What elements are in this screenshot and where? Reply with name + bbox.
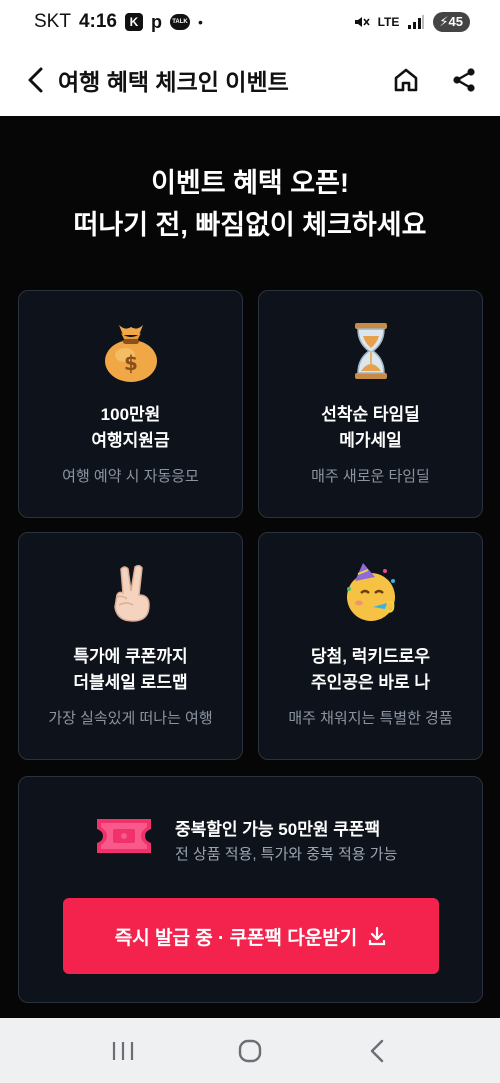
benefit-card-timedeal[interactable]: 선착순 타임딜 메가세일 매주 새로운 타임딜 [258, 290, 483, 518]
card-title-line-1: 선착순 타임딜 [321, 405, 420, 424]
back-icon [28, 67, 43, 93]
p-notification-icon: p [150, 11, 162, 32]
home-system-button[interactable] [230, 1031, 270, 1071]
mute-icon [354, 17, 370, 27]
card-title-line-2: 더블세일 로드맵 [73, 673, 188, 692]
battery-level: 45 [448, 14, 463, 29]
benefit-card-travel-fund[interactable]: $ 100만원 여행지원금 여행 예약 시 자동응모 [18, 290, 243, 518]
card-title-line-2: 여행지원금 [91, 431, 170, 450]
event-content: 이벤트 혜택 오픈! 떠나기 전, 빠짐없이 체크하세요 $ 100만원 여행지… [0, 116, 500, 1018]
back-button-icon [370, 1039, 383, 1062]
card-title-line-2: 메가세일 [339, 431, 402, 450]
event-headline: 이벤트 혜택 오픈! 떠나기 전, 빠짐없이 체크하세요 [0, 162, 500, 246]
home-button[interactable] [390, 64, 422, 96]
download-icon [369, 926, 386, 946]
back-button[interactable] [20, 60, 50, 100]
card-subtitle: 가장 실속있게 떠나는 여행 [48, 710, 213, 727]
coupon-title: 중복할인 가능 50만원 쿠폰팩 [175, 820, 381, 839]
network-type: LTE [377, 15, 400, 29]
download-coupon-button[interactable]: 즉시 발급 중 · 쿠폰팩 다운받기 [63, 898, 439, 974]
coupon-subtitle: 전 상품 적용, 특가와 중복 적용 가능 [175, 846, 398, 863]
status-bar: SKT 4:16 K p TALK • LTE ⚡45 [0, 0, 500, 44]
hourglass-icon [354, 323, 387, 379]
share-icon [453, 68, 475, 92]
system-nav-bar [0, 1018, 500, 1083]
ticket-icon [97, 819, 151, 853]
headline-line-1: 이벤트 혜택 오픈! [151, 168, 349, 198]
money-bag-icon: $ [104, 325, 157, 382]
carrier-label: SKT [34, 11, 71, 32]
share-button[interactable] [448, 64, 480, 96]
victory-hand-icon [113, 564, 150, 622]
battery-indicator: ⚡45 [433, 12, 470, 32]
card-subtitle: 매주 채워지는 특별한 경품 [288, 710, 453, 727]
home-icon [394, 68, 418, 92]
kakaot-notification-icon: K [124, 13, 143, 31]
download-coupon-label: 즉시 발급 중 · 쿠폰팩 다운받기 [114, 927, 358, 949]
benefit-card-double-sale[interactable]: 특가에 쿠폰까지 더블세일 로드맵 가장 실속있게 떠나는 여행 [18, 532, 243, 760]
svg-text:$: $ [124, 351, 138, 375]
signal-icon [408, 15, 425, 29]
coupon-pack-card: 중복할인 가능 50만원 쿠폰팩 전 상품 적용, 특가와 중복 적용 가능 즉… [18, 776, 483, 1003]
more-notifications-dot: • [197, 14, 203, 30]
back-system-button[interactable] [357, 1031, 397, 1071]
headline-line-2: 떠나기 전, 빠짐없이 체크하세요 [73, 210, 427, 240]
page-title: 여행 혜택 체크인 이벤트 [58, 69, 289, 95]
talk-notification-icon: TALK [169, 14, 190, 30]
card-subtitle: 여행 예약 시 자동응모 [62, 468, 199, 485]
home-button-icon [238, 1039, 262, 1062]
card-subtitle: 매주 새로운 타임딜 [311, 468, 430, 485]
clock: 4:16 [78, 11, 117, 32]
card-title-line-1: 특가에 쿠폰까지 [73, 647, 188, 666]
party-face-icon [346, 563, 395, 621]
recent-apps-icon [113, 1041, 134, 1060]
card-title-line-1: 100만원 [100, 405, 161, 424]
recent-apps-button[interactable] [103, 1031, 143, 1071]
benefit-card-lucky-draw[interactable]: 당첨, 럭키드로우 주인공은 바로 나 매주 채워지는 특별한 경품 [258, 532, 483, 760]
app-bar: 여행 혜택 체크인 이벤트 [0, 44, 500, 116]
card-title-line-1: 당첨, 럭키드로우 [311, 647, 430, 666]
card-title-line-2: 주인공은 바로 나 [311, 673, 430, 692]
